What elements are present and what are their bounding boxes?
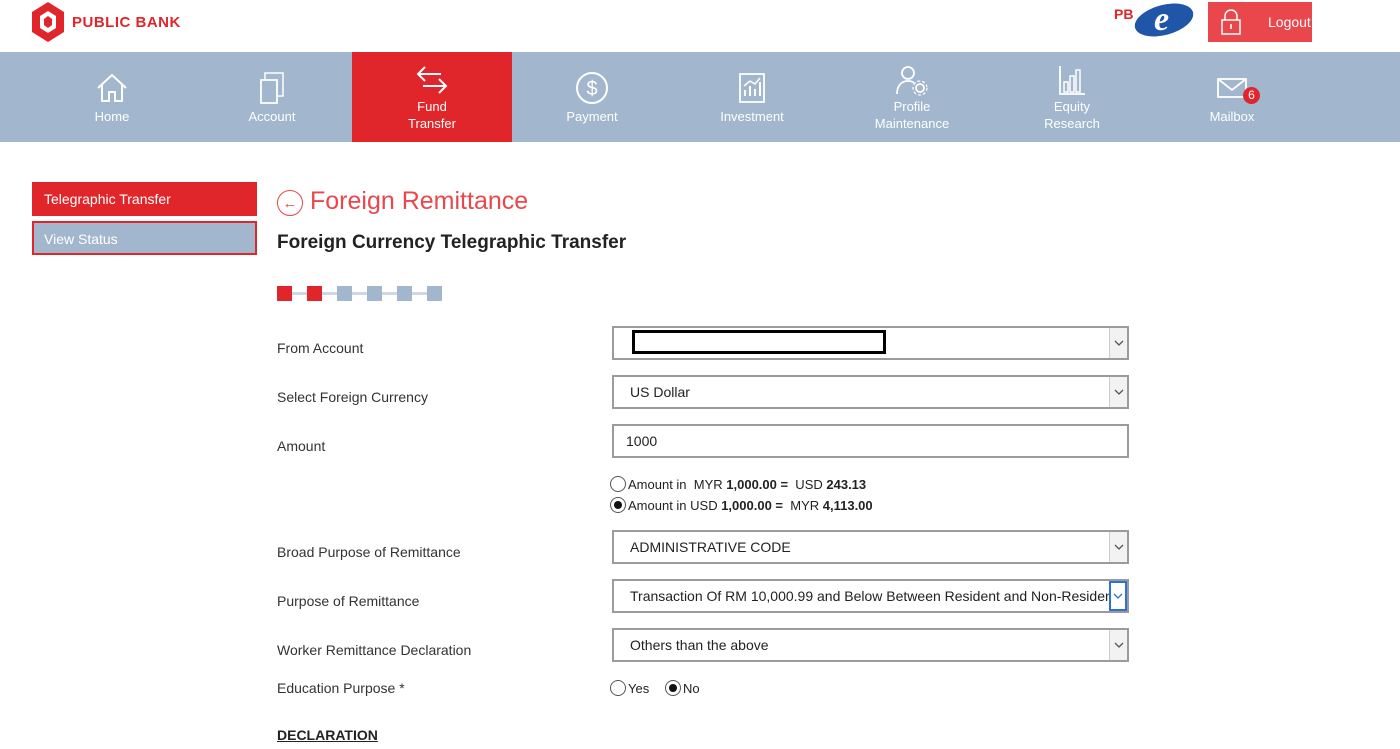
page-header: ← Foreign Remittance xyxy=(277,186,528,216)
step-4 xyxy=(367,286,382,301)
amount-input[interactable]: 1000 xyxy=(612,424,1129,458)
chevron-down-icon[interactable] xyxy=(1109,581,1127,611)
broad-purpose-select[interactable]: ADMINISTRATIVE CODE xyxy=(612,530,1129,564)
public-bank-logo[interactable]: PUBLIC BANK xyxy=(32,2,181,42)
document-icon xyxy=(254,70,290,106)
user-gear-icon xyxy=(894,62,930,98)
back-arrow-icon[interactable]: ← xyxy=(277,190,303,216)
nav-label-investment: Investment xyxy=(720,108,784,124)
chart-icon xyxy=(734,70,770,106)
nav-item-home[interactable]: Home xyxy=(32,52,192,142)
education-yes-label: Yes xyxy=(628,680,650,696)
from-account-label: From Account xyxy=(277,340,364,356)
broad-purpose-label: Broad Purpose of Remittance xyxy=(277,544,461,560)
education-yes-radio[interactable] xyxy=(610,680,626,696)
purpose-value: Transaction Of RM 10,000.99 and Below Be… xyxy=(630,588,1110,604)
mailbox-count-badge: 6 xyxy=(1243,87,1260,104)
step-3 xyxy=(337,286,352,301)
step-connector xyxy=(382,292,397,295)
amount-in-myr-option[interactable]: Amount in MYR 1,000.00 = USD 243.13 xyxy=(610,476,866,492)
step-5 xyxy=(397,286,412,301)
redacted-account-box xyxy=(632,330,886,354)
currency-select[interactable]: US Dollar xyxy=(612,375,1129,409)
opt2-mid: MYR xyxy=(783,497,823,513)
declaration-heading: DECLARATION xyxy=(277,727,378,743)
purpose-select[interactable]: Transaction Of RM 10,000.99 and Below Be… xyxy=(612,579,1129,613)
sidebar-item-telegraphic-transfer[interactable]: Telegraphic Transfer xyxy=(32,182,257,216)
step-progress xyxy=(277,286,442,301)
page-title: Foreign Remittance xyxy=(310,186,529,215)
nav-label-transfer: Transfer xyxy=(408,116,456,131)
nav-label-equity: Equity xyxy=(1053,99,1091,114)
nav-item-investment[interactable]: Investment xyxy=(672,52,832,142)
chevron-down-icon[interactable] xyxy=(1109,328,1127,358)
education-purpose-label: Education Purpose * xyxy=(277,680,405,696)
step-connector xyxy=(292,292,307,295)
step-connector xyxy=(412,292,427,295)
pbe-logo-letter: e xyxy=(1154,1,1169,38)
nav-item-payment[interactable]: $ Payment xyxy=(512,52,672,142)
opt2-prefix: Amount in USD xyxy=(628,497,722,513)
main-nav: Home Account Fund Transfer $ Payment Inv… xyxy=(0,52,1400,142)
from-account-select[interactable] xyxy=(612,326,1129,360)
opt1-converted: 243.13 xyxy=(826,476,867,492)
dollar-icon: $ xyxy=(574,70,610,106)
page-subtitle: Foreign Currency Telegraphic Transfer xyxy=(277,232,627,253)
step-connector xyxy=(352,292,367,295)
nav-label-maintenance: Maintenance xyxy=(874,116,950,131)
chevron-down-icon[interactable] xyxy=(1109,377,1127,407)
sidebar-item-view-status[interactable]: View Status xyxy=(32,221,257,255)
public-bank-emblem-icon xyxy=(32,2,64,42)
pbe-logo-text: PB xyxy=(1114,6,1133,22)
education-no-radio[interactable] xyxy=(665,680,681,696)
broad-purpose-value: ADMINISTRATIVE CODE xyxy=(630,539,791,555)
education-no-option[interactable]: No xyxy=(665,680,700,696)
amount-in-usd-option[interactable]: Amount in USD 1,000.00 = MYR 4,113.00 xyxy=(610,497,873,513)
amount-in-usd-radio[interactable] xyxy=(610,497,626,513)
chevron-down-icon[interactable] xyxy=(1109,532,1127,562)
nav-label-fund: Fund xyxy=(417,99,447,114)
pbe-logo: PB e xyxy=(1114,1,1194,38)
brand-name: PUBLIC BANK xyxy=(72,13,181,31)
top-bar: PUBLIC BANK PB e Logout xyxy=(0,0,1400,52)
step-2 xyxy=(307,286,322,301)
nav-label-research: Research xyxy=(1044,116,1100,131)
opt1-mid: USD xyxy=(788,476,827,492)
nav-label-home: Home xyxy=(94,108,130,124)
nav-label-profile: Profile xyxy=(893,99,931,114)
nav-item-profile-maintenance[interactable]: Profile Maintenance xyxy=(832,52,992,142)
worker-declaration-value: Others than the above xyxy=(630,637,769,653)
currency-label: Select Foreign Currency xyxy=(277,389,428,405)
transfer-arrows-icon xyxy=(414,62,450,98)
opt2-converted: 4,113.00 xyxy=(822,497,873,513)
nav-item-equity-research[interactable]: Equity Research xyxy=(992,52,1152,142)
nav-label-payment: Payment xyxy=(566,108,618,124)
opt2-amount: 1,000.00 = xyxy=(721,497,784,513)
chevron-down-icon[interactable] xyxy=(1109,630,1127,660)
amount-label: Amount xyxy=(277,438,326,454)
bar-chart-icon xyxy=(1054,62,1090,98)
home-icon xyxy=(94,70,130,106)
step-1 xyxy=(277,286,292,301)
opt1-prefix: Amount in MYR xyxy=(628,476,727,492)
nav-label-mailbox: Mailbox xyxy=(1209,108,1255,124)
currency-value: US Dollar xyxy=(630,384,690,400)
logout-button[interactable]: Logout xyxy=(1208,2,1312,42)
nav-item-fund-transfer[interactable]: Fund Transfer xyxy=(352,52,512,142)
worker-declaration-select[interactable]: Others than the above xyxy=(612,628,1129,662)
education-no-label: No xyxy=(683,680,700,696)
svg-text:$: $ xyxy=(586,78,597,100)
amount-in-myr-radio[interactable] xyxy=(610,476,626,492)
logout-label: Logout xyxy=(1268,14,1311,30)
step-connector xyxy=(322,292,337,295)
lock-icon xyxy=(1221,9,1241,35)
step-6 xyxy=(427,286,442,301)
nav-item-account[interactable]: Account xyxy=(192,52,352,142)
education-yes-option[interactable]: Yes xyxy=(610,680,649,696)
nav-label-account: Account xyxy=(248,108,296,124)
worker-declaration-label: Worker Remittance Declaration xyxy=(277,642,472,658)
opt1-amount: 1,000.00 = xyxy=(726,476,789,492)
nav-item-mailbox[interactable]: Mailbox 6 xyxy=(1152,52,1312,142)
purpose-label: Purpose of Remittance xyxy=(277,593,420,609)
